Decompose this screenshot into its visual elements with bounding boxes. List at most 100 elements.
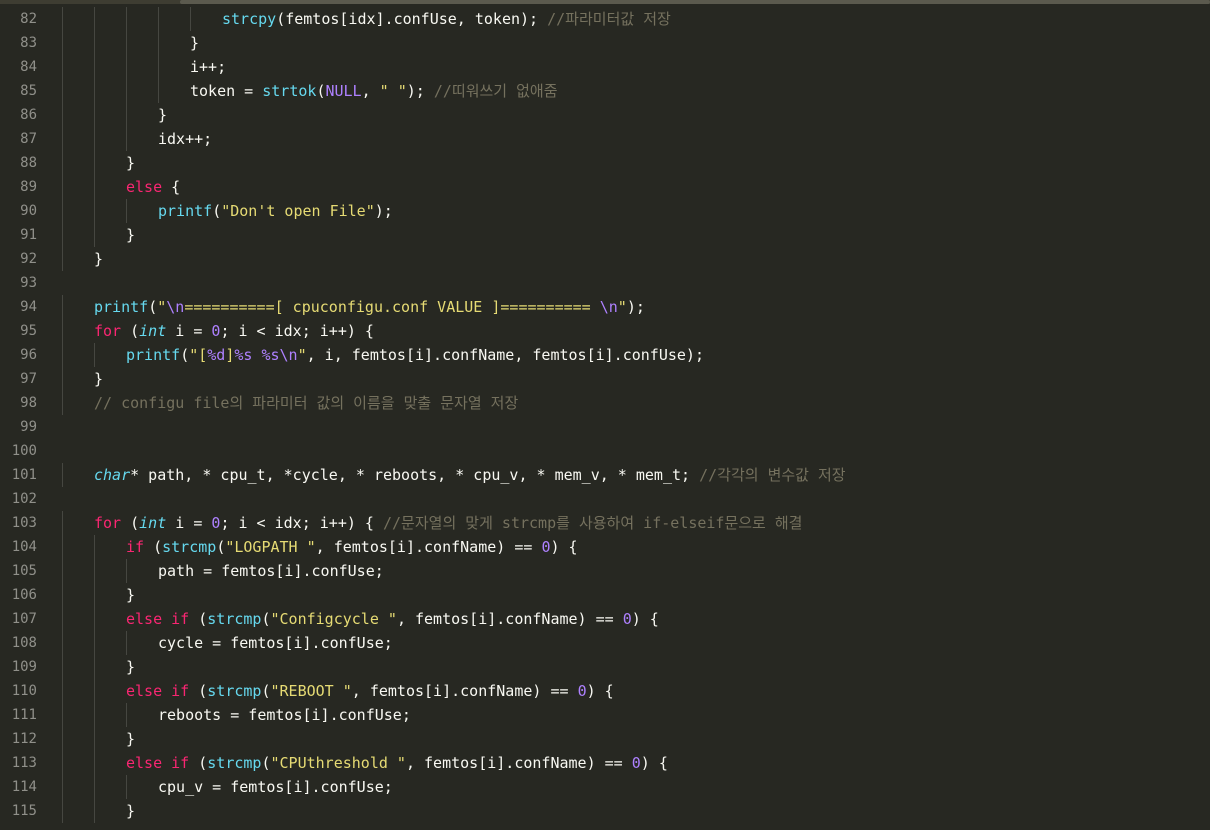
code-token: for (94, 514, 122, 532)
code-line-content: else if (strcmp("CPUthreshold ", femtos[… (126, 751, 668, 775)
indent-guide (126, 559, 127, 583)
indent-guide (62, 343, 63, 367)
horizontal-scrollbar[interactable] (0, 0, 1210, 4)
indent-guide (62, 7, 63, 31)
code-line[interactable]: else if (strcmp("CPUthreshold ", femtos[… (62, 751, 1210, 775)
indent-guide (126, 7, 127, 31)
code-token: "REBOOT " (270, 682, 352, 700)
code-line[interactable]: else { (62, 175, 1210, 199)
code-line[interactable]: } (62, 655, 1210, 679)
code-editor[interactable]: 82 83 84 85 86 87 88 89 90 91 92 93 94 95 96 97 98 99 100 1… (0, 0, 1210, 830)
code-token: (femtos[idx].confUse, token); (276, 10, 548, 28)
code-line[interactable]: for (int i = 0; i < idx; i++) { //문자열의 맞… (62, 511, 1210, 535)
code-line[interactable]: printf("Don't open File"); (62, 199, 1210, 223)
code-line[interactable]: } (62, 799, 1210, 823)
code-line[interactable]: idx++; (62, 127, 1210, 151)
indent-guide (62, 751, 63, 775)
indent-guide (94, 751, 95, 775)
code-line[interactable]: } (62, 223, 1210, 247)
code-line[interactable] (62, 439, 1210, 463)
indent-guide (126, 103, 127, 127)
code-line[interactable]: for (int i = 0; i < idx; i++) { (62, 319, 1210, 343)
line-number: 101 (11, 467, 37, 483)
code-token: } (190, 34, 200, 52)
indent-guide (62, 199, 63, 223)
code-line[interactable]: cycle = femtos[i].confUse; (62, 631, 1210, 655)
code-line-content: token = strtok(NULL, " "); //띠워쓰기 없애줌 (190, 79, 558, 103)
code-line[interactable] (62, 271, 1210, 295)
code-token: %d (207, 346, 226, 364)
code-token: for (94, 322, 122, 340)
line-number: 114 (11, 779, 37, 795)
code-line[interactable]: } (62, 367, 1210, 391)
code-line[interactable]: else if (strcmp("Configcycle ", femtos[i… (62, 607, 1210, 631)
line-number: 94 (20, 299, 37, 315)
code-token: ; i < idx; i++) { (220, 514, 383, 532)
code-token: else (126, 178, 163, 196)
indent-guide (62, 367, 63, 391)
code-line[interactable] (62, 415, 1210, 439)
line-number-gutter: 82 83 84 85 86 87 88 89 90 91 92 93 94 95 96 97 98 99 100 1… (0, 7, 52, 823)
code-line[interactable]: token = strtok(NULL, " "); //띠워쓰기 없애줌 (62, 79, 1210, 103)
code-token: strtok (262, 82, 317, 100)
indent-guide (94, 223, 95, 247)
code-line-content: } (126, 655, 135, 679)
code-token: ) { (631, 610, 659, 628)
code-line-content: idx++; (158, 127, 212, 151)
code-line-content: else if (strcmp("Configcycle ", femtos[i… (126, 607, 659, 631)
line-number: 84 (20, 59, 37, 75)
code-line[interactable]: } (62, 583, 1210, 607)
code-line[interactable]: i++; (62, 55, 1210, 79)
code-area[interactable]: strcpy(femtos[idx].confUse, token); //파라… (62, 7, 1210, 823)
code-token: i = (166, 514, 212, 532)
indent-guide (94, 175, 95, 199)
code-token: path = femtos[i].confUse; (158, 562, 384, 580)
line-number: 104 (11, 539, 37, 555)
line-number: 110 (11, 683, 37, 699)
indent-guide (62, 31, 63, 55)
code-line-content: for (int i = 0; i < idx; i++) { //문자열의 맞… (94, 511, 802, 535)
indent-guide (62, 583, 63, 607)
indent-guide (62, 511, 63, 535)
code-token: ) { (640, 754, 668, 772)
code-line[interactable] (62, 487, 1210, 511)
indent-guide (94, 535, 95, 559)
code-token: if (171, 682, 190, 700)
code-line[interactable]: printf("\n==========[ cpuconfigu.conf VA… (62, 295, 1210, 319)
code-line[interactable]: reboots = femtos[i].confUse; (62, 703, 1210, 727)
code-line[interactable]: path = femtos[i].confUse; (62, 559, 1210, 583)
code-token: if (171, 754, 190, 772)
code-token: \n (166, 298, 185, 316)
indent-guide (62, 103, 63, 127)
line-number: 115 (11, 803, 37, 819)
indent-guide (126, 631, 127, 655)
indent-guide (62, 631, 63, 655)
indent-guide (126, 55, 127, 79)
indent-guide (94, 775, 95, 799)
code-line[interactable]: // configu file의 파라미터 값의 이름을 맞출 문자열 저장 (62, 391, 1210, 415)
indent-guide (94, 79, 95, 103)
code-line-content: path = femtos[i].confUse; (158, 559, 384, 583)
code-line[interactable]: cpu_v = femtos[i].confUse; (62, 775, 1210, 799)
code-token: i = (166, 322, 212, 340)
code-line-content: } (190, 31, 199, 55)
code-token: ( (261, 682, 271, 700)
code-token: 0 (577, 682, 587, 700)
code-line[interactable]: char* path, * cpu_t, *cycle, * reboots, … (62, 463, 1210, 487)
code-line[interactable]: } (62, 151, 1210, 175)
code-line[interactable]: } (62, 103, 1210, 127)
code-token: " (297, 346, 307, 364)
scrollbar-thumb[interactable] (180, 0, 1210, 4)
code-line[interactable]: strcpy(femtos[idx].confUse, token); //파라… (62, 7, 1210, 31)
indent-guide (126, 127, 127, 151)
indent-guide (62, 319, 63, 343)
code-line[interactable]: else if (strcmp("REBOOT ", femtos[i].con… (62, 679, 1210, 703)
indent-guide (62, 607, 63, 631)
code-line[interactable]: if (strcmp("LOGPATH ", femtos[i].confNam… (62, 535, 1210, 559)
code-line[interactable]: } (62, 31, 1210, 55)
code-line[interactable]: printf("[%d]%s %s\n", i, femtos[i].confN… (62, 343, 1210, 367)
line-number: 105 (11, 563, 37, 579)
code-line[interactable]: } (62, 247, 1210, 271)
code-line[interactable]: } (62, 727, 1210, 751)
